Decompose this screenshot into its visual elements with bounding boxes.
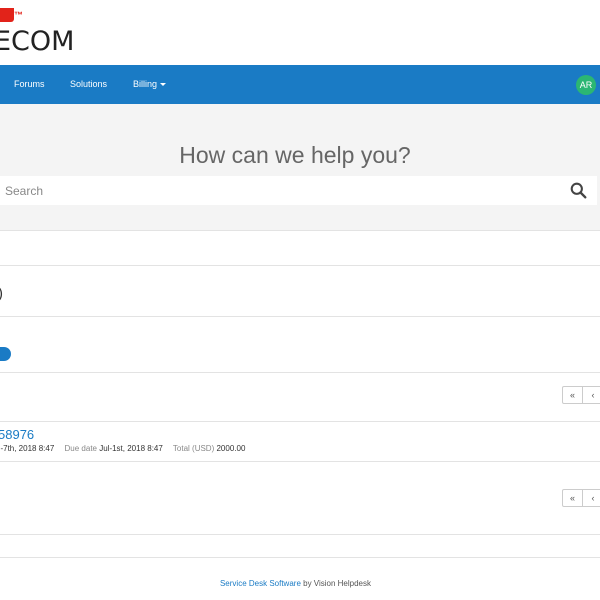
- status-pill[interactable]: [0, 347, 11, 361]
- divider: [0, 534, 600, 535]
- page-footer: Service Desk Software by Vision Helpdesk: [0, 579, 591, 588]
- divider: [0, 421, 600, 422]
- first-page-button[interactable]: «: [563, 490, 583, 506]
- search-box: [0, 176, 597, 205]
- invoice-meta: n-7th, 2018 8:47 Due date Jul-1st, 2018 …: [0, 444, 245, 453]
- previous-page-button[interactable]: ‹: [583, 490, 600, 506]
- footer-software-link[interactable]: Service Desk Software: [220, 579, 301, 588]
- invoice-created-date: n-7th, 2018 8:47: [0, 444, 55, 453]
- divider: [0, 461, 600, 462]
- invoice-number-link[interactable]: 58976: [0, 427, 34, 442]
- logo-mark: [0, 8, 14, 22]
- due-date-value: Jul-1st, 2018 8:47: [99, 444, 163, 453]
- nav-item-billing[interactable]: Billing: [133, 65, 167, 104]
- footer-suffix: by Vision Helpdesk: [300, 579, 372, 588]
- total-label: Total (USD): [172, 444, 215, 453]
- divider: [0, 265, 600, 266]
- divider: [0, 557, 600, 558]
- chevron-down-icon: [160, 83, 167, 87]
- nav-item-solutions[interactable]: Solutions: [70, 65, 107, 104]
- total-value: 2000.00: [216, 444, 246, 453]
- search-input[interactable]: [0, 176, 560, 205]
- previous-page-button[interactable]: ‹: [583, 387, 600, 403]
- help-hero: How can we help you?: [0, 104, 600, 230]
- main-navbar: Forums Solutions Billing: [0, 65, 600, 104]
- nav-item-billing-label: Billing: [133, 79, 158, 89]
- first-page-button[interactable]: «: [563, 387, 583, 403]
- nav-item-forums[interactable]: Forums: [14, 65, 45, 104]
- user-avatar[interactable]: AR: [576, 75, 596, 95]
- pagination-top: « ‹: [562, 386, 600, 404]
- divider: [0, 316, 600, 317]
- divider: [0, 372, 600, 373]
- section-heading: ): [0, 285, 3, 302]
- divider: [0, 230, 600, 231]
- pagination-bottom: « ‹: [562, 489, 600, 507]
- hero-title: How can we help you?: [179, 142, 411, 168]
- due-date-label: Due date: [64, 444, 97, 453]
- logo-trademark: ™: [14, 10, 23, 20]
- search-icon[interactable]: [570, 182, 587, 199]
- logo-text: ECOM: [0, 26, 75, 57]
- site-header: ™ ECOM: [0, 0, 600, 65]
